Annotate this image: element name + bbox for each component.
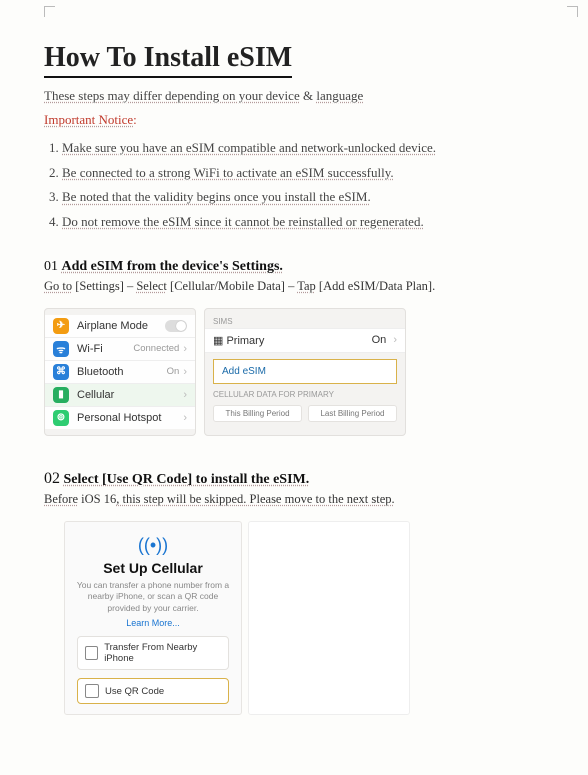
ios-settings-screenshot: ✈ Airplane Mode ᯤ Wi-Fi Connected› ⌘ Blu…: [44, 308, 544, 436]
wifi-icon: ᯤ: [53, 341, 69, 357]
row-wifi: ᯤ Wi-Fi Connected›: [45, 338, 195, 361]
row-bluetooth: ⌘ Bluetooth On›: [45, 361, 195, 384]
cellular-icon: ▮: [53, 387, 69, 403]
step-1-sub: Go to [Settings] – Select [Cellular/Mobi…: [44, 279, 544, 294]
transfer-button: Transfer From Nearby iPhone: [77, 636, 229, 670]
toggle-off-icon: [165, 320, 187, 332]
row-cellular: ▮ Cellular›: [45, 384, 195, 407]
add-esim-button: Add eSIM: [213, 359, 397, 384]
hotspot-icon: ⊚: [53, 410, 69, 426]
setup-cellular-screenshot: ((•)) Set Up Cellular You can transfer a…: [64, 521, 544, 715]
setup-heading: Set Up Cellular: [73, 560, 233, 576]
step-2-sub: Before iOS 16, this step will be skipped…: [44, 492, 544, 507]
important-notice-label: Important Notice:: [44, 112, 544, 128]
row-primary: ▦ Primary On ›: [205, 328, 405, 353]
qr-icon: [85, 684, 99, 698]
bluetooth-icon: ⌘: [53, 364, 69, 380]
row-hotspot: ⊚ Personal Hotspot›: [45, 407, 195, 429]
row-airplane: ✈ Airplane Mode: [45, 315, 195, 338]
subtitle: These steps may differ depending on your…: [44, 88, 544, 104]
page-title: How To Install eSIM: [44, 42, 292, 78]
setup-desc: You can transfer a phone number from a n…: [73, 580, 233, 614]
phone-icon: [85, 646, 98, 660]
airplane-icon: ✈: [53, 318, 69, 334]
learn-more-link: Learn More...: [73, 618, 233, 628]
use-qr-button: Use QR Code: [77, 678, 229, 704]
antenna-icon: ((•)): [73, 536, 233, 554]
notice-list: Make sure you have an eSIM compatible an…: [62, 136, 544, 235]
step-2-title: 02 Select [Use QR Code] to install the e…: [44, 470, 544, 488]
step-1-title: 01 Add eSIM from the device's Settings.: [44, 259, 544, 275]
